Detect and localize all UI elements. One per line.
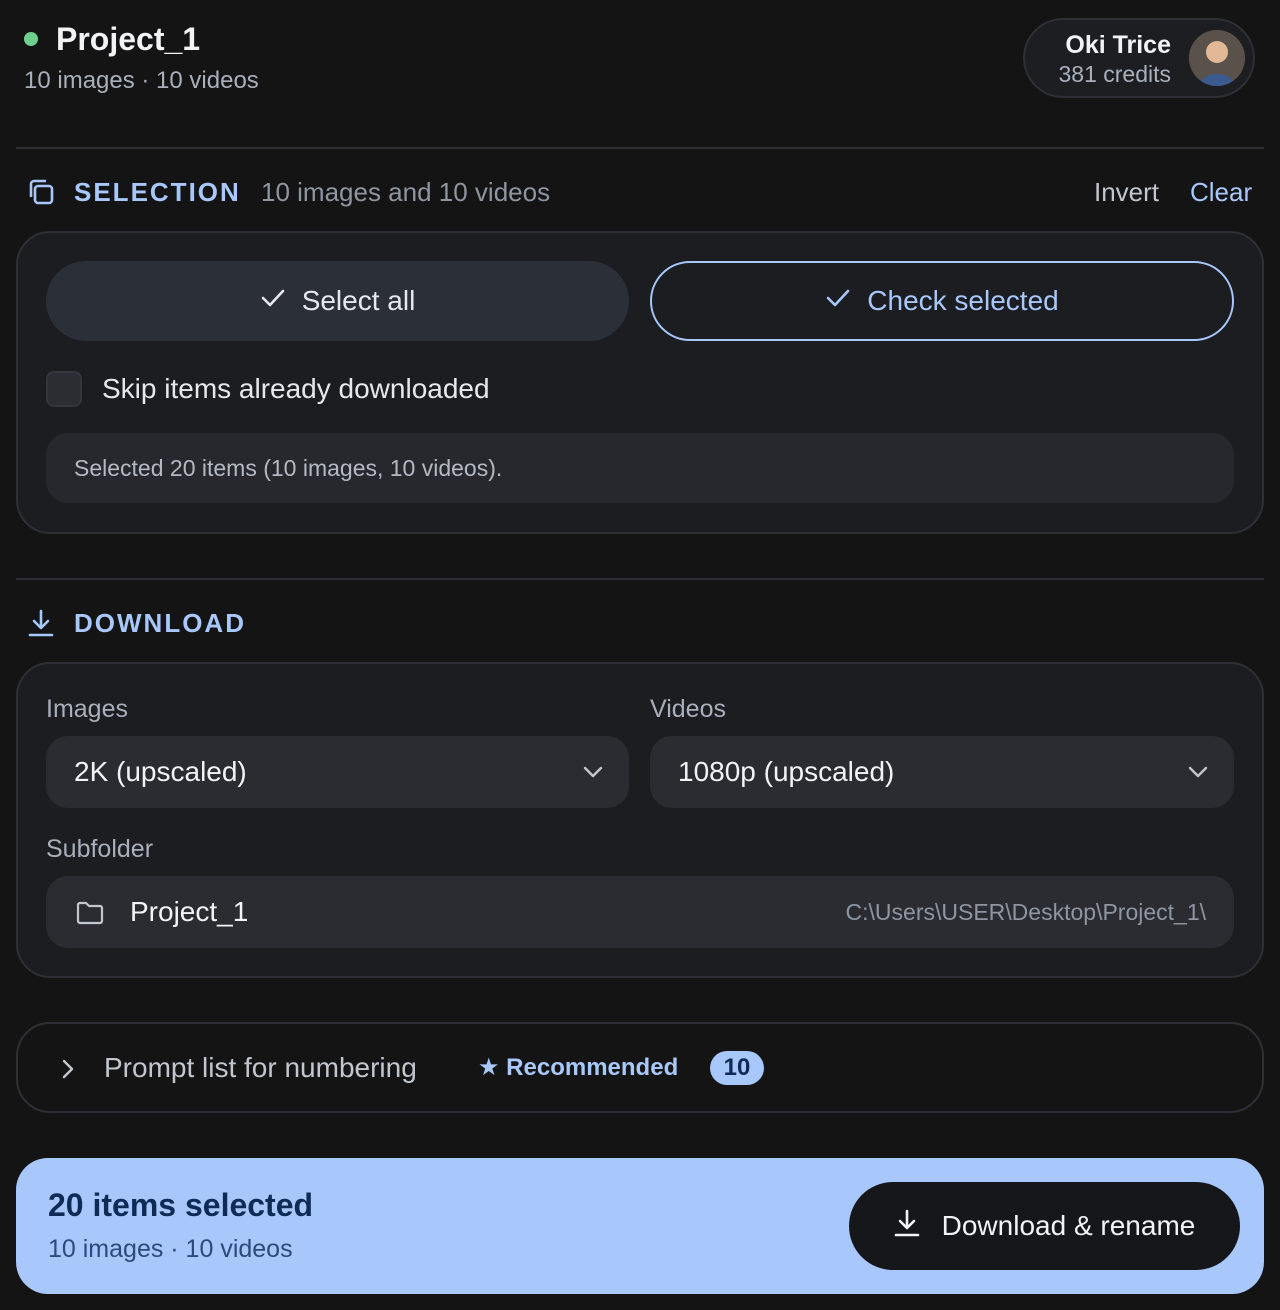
download-title: DOWNLOAD — [74, 608, 246, 638]
chevron-down-icon — [581, 760, 605, 784]
download-icon — [894, 1209, 920, 1244]
subfolder-input[interactable]: Project_1 C:\Users\USER\Desktop\Project_… — [46, 876, 1234, 948]
chevron-right-icon — [58, 1057, 78, 1086]
copy-icon — [26, 177, 56, 207]
prompt-list-expander[interactable]: Prompt list for numbering ★ Recommended … — [16, 1022, 1264, 1113]
download-rename-label: Download & rename — [941, 1210, 1196, 1241]
videos-quality-value: 1080p (upscaled) — [678, 756, 895, 787]
chevron-down-icon — [1186, 760, 1210, 784]
prompt-count-badge: 10 — [710, 1051, 764, 1085]
videos-label: Videos — [650, 695, 726, 723]
check-icon — [825, 285, 851, 318]
user-credits: 381 credits — [1058, 61, 1171, 87]
footer-subtitle: 10 images · 10 videos — [48, 1235, 293, 1263]
images-quality-value: 2K (upscaled) — [74, 756, 247, 787]
videos-quality-select[interactable]: 1080p (upscaled) — [650, 736, 1234, 808]
clear-button[interactable]: Clear — [1190, 177, 1252, 207]
check-selected-button[interactable]: Check selected — [650, 261, 1234, 341]
subfolder-path: C:\Users\USER\Desktop\Project_1\ — [845, 899, 1206, 925]
selection-footer: 20 items selected 10 images · 10 videos … — [16, 1158, 1264, 1294]
select-all-button[interactable]: Select all — [46, 261, 629, 341]
recommended-tag: ★ Recommended — [478, 1054, 679, 1081]
section-divider — [16, 578, 1264, 580]
header-divider — [16, 147, 1264, 149]
avatar — [1189, 30, 1245, 86]
skip-downloaded-checkbox[interactable] — [46, 371, 82, 407]
download-rename-button[interactable]: Download & rename — [849, 1182, 1240, 1270]
user-name: Oki Trice — [1065, 31, 1171, 59]
images-quality-select[interactable]: 2K (upscaled) — [46, 736, 629, 808]
status-dot — [24, 32, 38, 46]
subfolder-label: Subfolder — [46, 835, 154, 863]
images-label: Images — [46, 695, 128, 723]
project-title: Project_1 — [56, 21, 201, 57]
select-all-label: Select all — [301, 285, 416, 316]
selection-info-text: Selected 20 items (10 images, 10 videos)… — [74, 455, 503, 481]
selection-info-box: Selected 20 items (10 images, 10 videos)… — [46, 433, 1234, 503]
invert-button[interactable]: Invert — [1094, 177, 1159, 207]
check-icon — [260, 285, 286, 318]
download-icon — [26, 608, 56, 638]
selection-summary: 10 images and 10 videos — [261, 177, 551, 207]
check-selected-label: Check selected — [867, 285, 1059, 316]
subfolder-name: Project_1 — [130, 896, 249, 927]
selection-title: SELECTION — [74, 177, 241, 207]
user-account-pill[interactable]: Oki Trice 381 credits — [1023, 18, 1255, 98]
footer-title: 20 items selected — [48, 1187, 314, 1223]
prompt-list-label: Prompt list for numbering — [104, 1052, 417, 1083]
project-summary: 10 images · 10 videos — [24, 67, 259, 94]
folder-icon — [76, 900, 104, 931]
skip-downloaded-label[interactable]: Skip items already downloaded — [102, 372, 490, 406]
